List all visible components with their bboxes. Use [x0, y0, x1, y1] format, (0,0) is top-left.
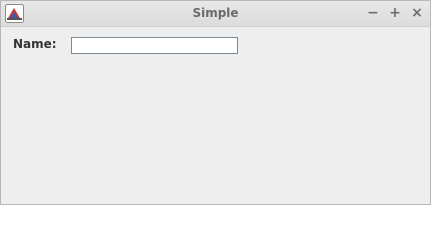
window-content: Name: — [1, 27, 430, 204]
app-window: Simple − + × Name: — [0, 0, 431, 205]
name-label: Name: — [13, 37, 57, 51]
maximize-button[interactable]: + — [385, 3, 405, 23]
name-input[interactable] — [71, 37, 238, 54]
close-button[interactable]: × — [407, 3, 427, 23]
title-bar[interactable]: Simple − + × — [1, 1, 430, 27]
minimize-button[interactable]: − — [363, 3, 383, 23]
